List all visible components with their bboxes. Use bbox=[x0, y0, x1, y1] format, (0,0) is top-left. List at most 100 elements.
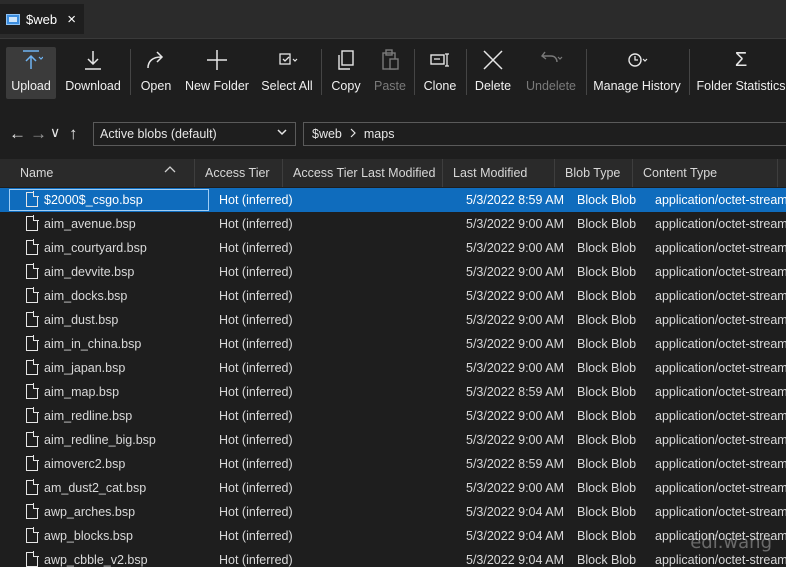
toolbar-divider bbox=[586, 49, 587, 95]
file-icon bbox=[26, 407, 39, 423]
file-icon bbox=[26, 431, 39, 447]
last-modified-cell: 5/3/2022 8:59 AM bbox=[466, 457, 564, 471]
delete-button[interactable]: Delete bbox=[474, 47, 512, 99]
undelete-button[interactable]: Undelete bbox=[524, 47, 578, 99]
access-tier-cell: Hot (inferred) bbox=[219, 241, 293, 255]
table-row[interactable]: aim_docks.bsp Hot (inferred) 5/3/2022 9:00… bbox=[0, 284, 786, 308]
table-row[interactable]: aim_in_china.bsp Hot (inferred) 5/3/2022 9… bbox=[0, 332, 786, 356]
new-folder-button[interactable]: New Folder bbox=[184, 47, 250, 99]
access-tier-cell: Hot (inferred) bbox=[219, 457, 293, 471]
file-icon bbox=[26, 455, 39, 471]
table-row[interactable]: awp_arches.bsp Hot (inferred) 5/3/2022 9:0… bbox=[0, 500, 786, 524]
blob-name: awp_cbble_v2.bsp bbox=[44, 553, 148, 567]
blob-view-select[interactable]: Active blobs (default) bbox=[93, 122, 296, 146]
column-header-access-tier[interactable]: Access Tier bbox=[195, 159, 283, 187]
content-type-cell: application/octet-stream bbox=[655, 337, 786, 351]
blob-name-cell[interactable]: aim_in_china.bsp bbox=[8, 332, 210, 356]
file-icon bbox=[26, 239, 39, 255]
content-type-cell: application/octet-stream bbox=[655, 457, 786, 471]
blob-type-cell: Block Blob bbox=[577, 385, 637, 399]
blob-name-cell[interactable]: aim_devvite.bsp bbox=[8, 260, 210, 284]
column-header-content-type[interactable]: Content Type bbox=[633, 159, 778, 187]
blob-name-cell[interactable]: aimoverc2.bsp bbox=[8, 452, 210, 476]
paste-button[interactable]: Paste bbox=[372, 47, 408, 99]
back-arrow-icon[interactable]: ← bbox=[9, 124, 26, 144]
close-icon[interactable]: × bbox=[67, 11, 76, 28]
column-header-name[interactable]: Name bbox=[10, 159, 195, 187]
upload-button[interactable]: Upload bbox=[6, 47, 56, 99]
column-header-label: Access Tier bbox=[205, 166, 270, 180]
blob-name-cell[interactable]: aim_map.bsp bbox=[8, 380, 210, 404]
blob-name-cell[interactable]: aim_avenue.bsp bbox=[8, 212, 210, 236]
table-row[interactable]: awp_cbble_v2.bsp Hot (inferred) 5/3/2022 9… bbox=[0, 548, 786, 567]
content-type-cell: application/octet-stream bbox=[655, 289, 786, 303]
table-row[interactable]: aim_japan.bsp Hot (inferred) 5/3/2022 9:00… bbox=[0, 356, 786, 380]
content-type-cell: application/octet-stream bbox=[655, 313, 786, 327]
table-row[interactable]: aim_courtyard.bsp Hot (inferred) 5/3/2022 … bbox=[0, 236, 786, 260]
file-icon bbox=[26, 383, 39, 399]
blob-name: am_dust2_cat.bsp bbox=[44, 481, 147, 495]
blob-name-cell[interactable]: awp_cbble_v2.bsp bbox=[8, 548, 210, 567]
select-all-button[interactable]: Select All bbox=[260, 47, 314, 99]
last-modified-cell: 5/3/2022 9:04 AM bbox=[466, 505, 564, 519]
table-row[interactable]: aim_redline_big.bsp Hot (inferred) 5/3/202… bbox=[0, 428, 786, 452]
access-tier-cell: Hot (inferred) bbox=[219, 337, 293, 351]
table-row[interactable]: aim_redline.bsp Hot (inferred) 5/3/2022 9:… bbox=[0, 404, 786, 428]
table-row[interactable]: aim_devvite.bsp Hot (inferred) 5/3/2022 9:… bbox=[0, 260, 786, 284]
toolbar: Upload Download Open New Folder Select A… bbox=[0, 38, 786, 104]
breadcrumb-item[interactable]: $web bbox=[312, 127, 342, 141]
up-arrow-icon[interactable]: ↑ bbox=[69, 124, 78, 144]
blob-type-cell: Block Blob bbox=[577, 409, 637, 423]
column-header-last-modified[interactable]: Last Modified bbox=[443, 159, 555, 187]
blob-name-cell[interactable]: aim_dust.bsp bbox=[8, 308, 210, 332]
column-header-blob-type[interactable]: Blob Type bbox=[555, 159, 633, 187]
last-modified-cell: 5/3/2022 8:59 AM bbox=[466, 385, 564, 399]
breadcrumb-item[interactable]: maps bbox=[364, 127, 395, 141]
table-row[interactable]: aimoverc2.bsp Hot (inferred) 5/3/2022 8:59… bbox=[0, 452, 786, 476]
blob-name-cell[interactable]: aim_redline_big.bsp bbox=[8, 428, 210, 452]
blob-name: aim_courtyard.bsp bbox=[44, 241, 147, 255]
column-header-tier-modified[interactable]: Access Tier Last Modified bbox=[283, 159, 443, 187]
blob-name-cell[interactable]: aim_redline.bsp bbox=[8, 404, 210, 428]
open-button[interactable]: Open bbox=[138, 47, 174, 99]
tab-web[interactable]: $web × bbox=[0, 4, 84, 34]
table-row[interactable]: aim_dust.bsp Hot (inferred) 5/3/2022 9:00 … bbox=[0, 308, 786, 332]
copy-button[interactable]: Copy bbox=[328, 47, 364, 99]
download-button[interactable]: Download bbox=[64, 47, 122, 99]
file-icon bbox=[26, 503, 39, 519]
manage-history-button[interactable]: Manage History bbox=[593, 47, 681, 99]
table-row[interactable]: aim_map.bsp Hot (inferred) 5/3/2022 8:59 A… bbox=[0, 380, 786, 404]
undo-icon bbox=[534, 47, 568, 73]
table-row[interactable]: am_dust2_cat.bsp Hot (inferred) 5/3/2022 9… bbox=[0, 476, 786, 500]
download-label: Download bbox=[65, 79, 121, 93]
access-tier-cell: Hot (inferred) bbox=[219, 217, 293, 231]
chevron-down-icon[interactable]: ∨ bbox=[50, 124, 60, 141]
table-row[interactable]: aim_avenue.bsp Hot (inferred) 5/3/2022 9:0… bbox=[0, 212, 786, 236]
table-row[interactable]: $2000$_csgo.bsp Hot (inferred) 5/3/2022 8:… bbox=[0, 188, 786, 212]
last-modified-cell: 5/3/2022 9:00 AM bbox=[466, 337, 564, 351]
breadcrumb[interactable]: $web maps bbox=[303, 122, 786, 146]
blob-name-cell[interactable]: am_dust2_cat.bsp bbox=[8, 476, 210, 500]
table-row[interactable]: awp_blocks.bsp Hot (inferred) 5/3/2022 9:0… bbox=[0, 524, 786, 548]
toolbar-divider bbox=[689, 49, 690, 95]
copy-label: Copy bbox=[331, 79, 361, 93]
blob-name-cell[interactable]: awp_arches.bsp bbox=[8, 500, 210, 524]
blob-name-cell[interactable]: aim_courtyard.bsp bbox=[8, 236, 210, 260]
blob-name-cell[interactable]: aim_japan.bsp bbox=[8, 356, 210, 380]
clone-button[interactable]: Clone bbox=[422, 47, 458, 99]
open-arrow-icon bbox=[139, 47, 173, 73]
download-icon bbox=[76, 47, 110, 73]
blob-name-cell[interactable]: awp_blocks.bsp bbox=[8, 524, 210, 548]
forward-arrow-icon[interactable]: → bbox=[30, 124, 47, 144]
file-icon bbox=[26, 551, 39, 567]
select-all-icon bbox=[270, 47, 304, 73]
access-tier-cell: Hot (inferred) bbox=[219, 313, 293, 327]
blob-name: aim_redline_big.bsp bbox=[44, 433, 156, 447]
blob-name-cell[interactable]: $2000$_csgo.bsp bbox=[8, 188, 210, 212]
folder-statistics-button[interactable]: Σ Folder Statistics bbox=[697, 47, 786, 99]
blob-name: aim_in_china.bsp bbox=[44, 337, 142, 351]
access-tier-cell: Hot (inferred) bbox=[219, 529, 293, 543]
blob-type-cell: Block Blob bbox=[577, 313, 637, 327]
blob-name: aim_avenue.bsp bbox=[44, 217, 136, 231]
blob-name-cell[interactable]: aim_docks.bsp bbox=[8, 284, 210, 308]
